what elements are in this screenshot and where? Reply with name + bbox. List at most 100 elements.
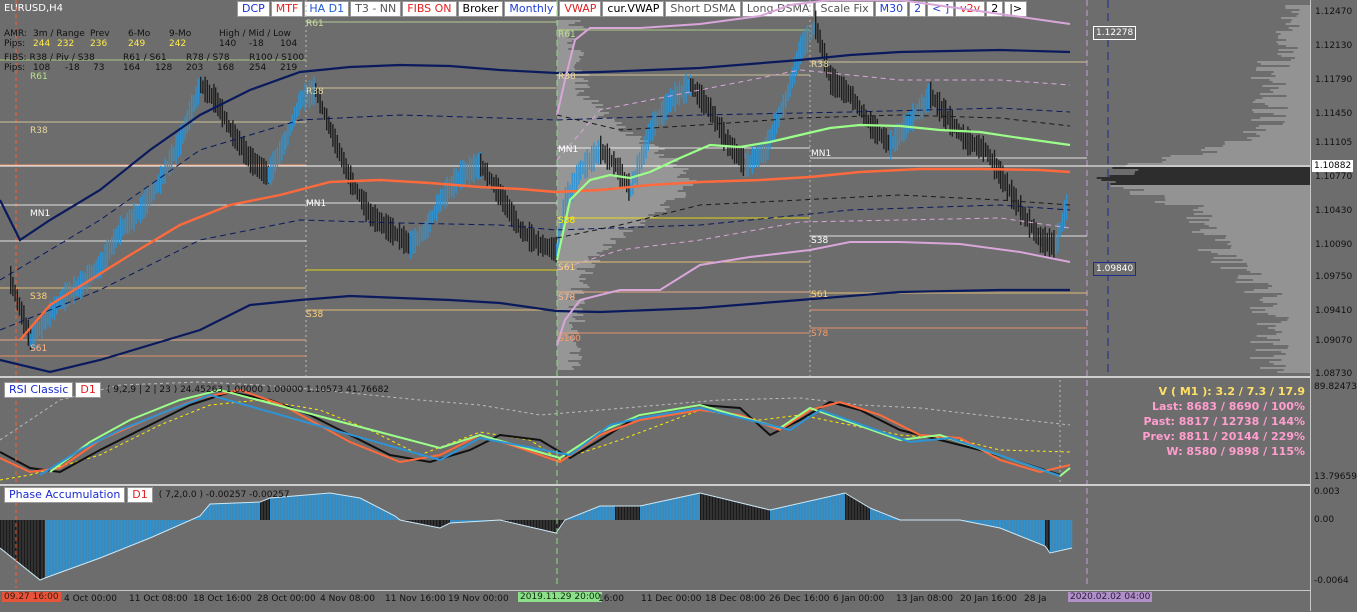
session-profile-bar [557,140,648,142]
session-profile-bar [557,128,619,130]
session-profile-bar [557,66,574,68]
ha-candle-up [632,172,633,195]
phase-bar [341,495,342,520]
phase-bar [86,520,87,563]
phase-bar [648,504,649,520]
phase-accumulation-pane[interactable] [0,488,1310,588]
phase-bar [17,520,18,561]
ha-candle-up [102,252,103,270]
ha-candle-up [87,265,88,292]
ha-candle-up [641,145,642,170]
session-profile-bar [557,330,578,332]
volume-profile-bar [1273,81,1310,83]
phase-name[interactable]: Phase Accumulation [4,487,125,503]
phase-bar [784,507,785,520]
ha-candle-up [449,179,450,199]
ha-candle-down [837,72,838,97]
phase-bar [699,493,700,520]
ha-candle-up [175,135,176,163]
ha-candle-down [254,153,255,175]
ha-candle-down [551,237,552,260]
amr-value: 140 [219,39,236,49]
pane-separator[interactable] [0,376,1310,378]
ha-candle-down [330,122,331,138]
phase-bar [121,520,122,550]
phase-bar [139,520,140,542]
time-tick-label: 16:00 [598,594,624,604]
ha-candle-down [520,221,521,238]
ha-candle-up [804,30,805,55]
phase-bar [594,509,595,520]
ha-candle-down [204,77,205,103]
ha-candle-down [228,120,229,133]
phase-bar [850,496,851,520]
phase-bar [237,503,238,520]
session-profile-bar [557,202,664,204]
rsi-name[interactable]: RSI Classic [4,382,73,398]
ha-candle-down [385,213,386,239]
phase-bar [875,510,876,520]
volume-profile-bar [1260,299,1310,301]
volume-profile-bar [1201,149,1310,151]
ha-candle-up [681,86,682,98]
phase-bar [732,501,733,520]
level-label: S61 [811,290,828,300]
phase-bar [378,507,379,520]
fibs-header: R78 / S78 [186,53,230,63]
volume-profile-bar [1236,281,1310,283]
volume-profile-bar [1277,303,1310,305]
phase-bar [802,503,803,520]
session-profile-bar [557,58,581,60]
phase-bar [853,498,854,521]
phase-bar [609,506,610,520]
ha-candle-up [440,189,441,212]
phase-bar [335,494,336,520]
ha-candle-up [275,150,276,173]
ha-candle-down [23,305,24,334]
phase-bar [642,506,643,520]
phase-timeframe[interactable]: D1 [127,487,152,503]
phase-bar [442,520,443,527]
rsi-timeframe[interactable]: D1 [75,382,100,398]
phase-bar [709,495,710,520]
ha-candle-down [370,204,371,227]
session-profile-bar [557,206,670,208]
phase-bar [633,506,634,520]
phase-bar [83,520,84,564]
ha-candle-down [600,136,601,165]
phase-bar [654,503,655,520]
phase-bar [657,502,658,520]
ha-candle-up [574,173,575,192]
ha-candle-up [442,189,443,206]
ha-candle-up [294,107,295,126]
phase-bar [717,497,718,520]
volume-profile-bar [1279,87,1310,89]
phase-bar [820,499,821,520]
phase-bar [751,505,752,520]
time-axis[interactable]: 09.27 16:00 4 Oct 00:00 11 Oct 08:00 18 Oct… [0,590,1310,612]
pane-separator[interactable] [0,484,1310,486]
phase-bar [3,520,4,550]
ha-candle-up [195,87,196,108]
phase-bar [598,507,599,520]
session-profile-bar [557,256,588,258]
phase-bar [147,520,148,539]
ha-candle-up [925,89,926,113]
phase-bar [291,496,292,520]
rsi-axis-top: 89.82473 [1314,382,1357,392]
ha-candle-up [679,81,680,106]
ha-candle-up [914,108,915,121]
session-profile-bar [557,64,575,66]
phase-bar [354,497,355,520]
phase-bar [252,502,253,520]
phase-bar [646,505,647,520]
ha-candle-down [361,189,362,210]
session-profile-bar [557,134,626,136]
phase-bar [658,502,659,520]
ha-candle-up [674,82,675,112]
ha-candle-down [527,228,528,241]
ha-candle-up [138,205,139,219]
ha-candle-down [1053,230,1054,259]
volume-profile-bar [1260,367,1310,369]
phase-bar [215,504,216,520]
